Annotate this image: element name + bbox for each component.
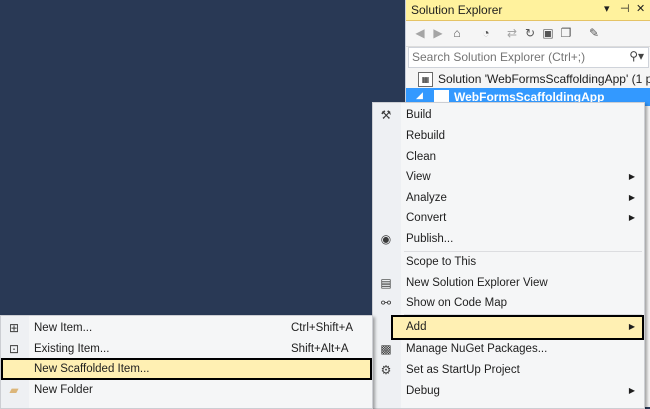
refresh-icon[interactable]: ↻ xyxy=(522,25,538,41)
nuget-package-icon: ▩ xyxy=(380,342,392,356)
submenu-arrow-icon: ▶ xyxy=(628,322,635,331)
publish-globe-icon: ◉ xyxy=(380,232,392,246)
properties-wrench-icon[interactable]: ✎ xyxy=(586,25,602,41)
menu-item-debug[interactable]: Debug ▶ xyxy=(373,381,644,402)
menu-item-new-solution-explorer-view[interactable]: ▤ New Solution Explorer View xyxy=(373,273,644,294)
new-view-icon: ▤ xyxy=(380,276,392,290)
solution-explorer-toolbar: ◀ ▶ ⌂ ◔ ⇄ ↻ ▣ ❐ ✎ xyxy=(406,21,650,47)
new-item-icon: ⊞ xyxy=(8,321,20,335)
close-icon[interactable]: ✕ xyxy=(636,2,645,15)
existing-item-icon: ⊡ xyxy=(8,342,20,356)
gear-icon: ⚙ xyxy=(380,363,392,377)
submenu-item-new-scaffolded-item[interactable]: New Scaffolded Item... xyxy=(1,358,372,380)
folder-icon: ▰ xyxy=(9,383,19,397)
menu-item-scope-to-this[interactable]: Scope to This xyxy=(373,252,644,273)
solution-explorer-title-bar: Solution Explorer ▾ ⊣ ✕ xyxy=(406,0,650,21)
pending-changes-filter-icon[interactable]: ◔ xyxy=(478,25,494,41)
sync-with-active-document-icon[interactable]: ⇄ xyxy=(504,25,520,41)
menu-item-build[interactable]: ⚒ Build xyxy=(373,105,644,126)
submenu-item-new-item[interactable]: ⊞ New Item... Ctrl+Shift+A xyxy=(1,318,372,339)
tree-item-solution[interactable]: ▦ Solution 'WebFormsScaffoldingApp' (1 p… xyxy=(406,70,650,88)
menu-item-rebuild[interactable]: Rebuild xyxy=(373,126,644,147)
solution-explorer-title: Solution Explorer xyxy=(411,3,503,17)
solution-explorer-search-box[interactable]: ⚲▾ xyxy=(408,47,649,68)
submenu-arrow-icon: ▶ xyxy=(628,213,635,222)
back-icon[interactable]: ◀ xyxy=(412,25,428,41)
menu-item-add[interactable]: Add ▶ xyxy=(391,315,644,340)
forward-icon[interactable]: ▶ xyxy=(430,25,446,41)
menu-item-show-on-code-map[interactable]: ⚯ Show on Code Map xyxy=(373,293,644,314)
search-icon[interactable]: ⚲▾ xyxy=(629,49,644,63)
menu-item-clean[interactable]: Clean xyxy=(373,147,644,168)
show-all-files-icon[interactable]: ❐ xyxy=(558,25,574,41)
solution-icon: ▦ xyxy=(418,72,433,87)
code-map-icon: ⚯ xyxy=(380,296,392,310)
submenu-item-existing-item[interactable]: ⊡ Existing Item... Shift+Alt+A xyxy=(1,339,372,360)
project-context-menu: ⚒ Build Rebuild Clean View ▶ Analyze ▶ C… xyxy=(372,102,645,409)
submenu-arrow-icon: ▶ xyxy=(628,172,635,181)
menu-item-analyze[interactable]: Analyze ▶ xyxy=(373,188,644,209)
submenu-arrow-icon: ▶ xyxy=(628,193,635,202)
window-position-dropdown-icon[interactable]: ▾ xyxy=(604,2,610,15)
expand-arrow-icon[interactable]: ◢ xyxy=(416,90,423,101)
menu-item-publish[interactable]: ◉ Publish... xyxy=(373,229,644,250)
collapse-all-icon[interactable]: ▣ xyxy=(540,25,556,41)
auto-hide-pin-icon[interactable]: ⊣ xyxy=(620,2,630,15)
menu-item-manage-nuget-packages[interactable]: ▩ Manage NuGet Packages... xyxy=(373,339,644,360)
submenu-arrow-icon: ▶ xyxy=(628,386,635,395)
add-submenu: ⊞ New Item... Ctrl+Shift+A ⊡ Existing It… xyxy=(0,315,373,409)
menu-item-view[interactable]: View ▶ xyxy=(373,167,644,188)
menu-item-convert[interactable]: Convert ▶ xyxy=(373,208,644,229)
tree-item-label: Solution 'WebFormsScaffoldingApp' (1 pro xyxy=(438,72,650,86)
build-icon: ⚒ xyxy=(380,108,392,122)
home-icon[interactable]: ⌂ xyxy=(449,25,465,41)
submenu-item-new-folder[interactable]: ▰ New Folder xyxy=(1,380,372,401)
search-input[interactable] xyxy=(412,49,617,65)
menu-item-set-as-startup-project[interactable]: ⚙ Set as StartUp Project xyxy=(373,360,644,381)
